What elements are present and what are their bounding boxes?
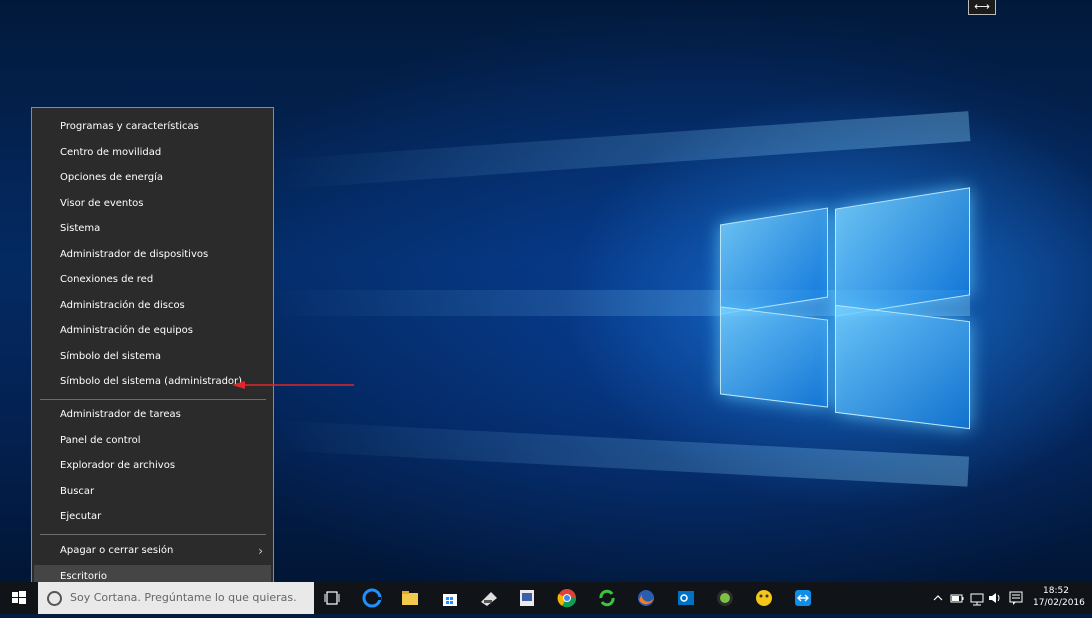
menu-item-search[interactable]: Buscar — [34, 480, 271, 504]
app-icon-3[interactable] — [715, 588, 735, 608]
windows-logo-pane — [835, 187, 970, 317]
taskbar-clock[interactable]: 18:52 17/02/2016 — [1033, 585, 1085, 609]
windows-logo-pane — [720, 306, 828, 408]
menu-item-label: Apagar o cerrar sesión — [60, 545, 174, 556]
wallpaper-light-beam — [268, 420, 970, 487]
windows-logo-pane — [720, 207, 828, 315]
taskbar: Soy Cortana. Pregúntame lo que quieras. — [0, 582, 1092, 614]
start-button[interactable] — [0, 582, 38, 614]
app-icon-1[interactable] — [479, 588, 499, 608]
menu-item-device-manager[interactable]: Administrador de dispositivos — [34, 243, 271, 267]
app-icon-4[interactable] — [754, 588, 774, 608]
wallpaper-light-beam — [270, 111, 971, 190]
network-icon[interactable] — [969, 588, 985, 608]
menu-item-task-manager[interactable]: Administrador de tareas — [34, 403, 271, 427]
file-explorer-icon[interactable] — [400, 588, 420, 608]
menu-item-file-explorer[interactable]: Explorador de archivos — [34, 454, 271, 478]
app-icon-2[interactable] — [517, 588, 537, 608]
chrome-icon[interactable] — [557, 588, 577, 608]
sync-app-icon[interactable] — [597, 588, 617, 608]
menu-item-disk-management[interactable]: Administración de discos — [34, 294, 271, 318]
power-user-menu: Programas y características Centro de mo… — [31, 107, 274, 595]
firefox-icon[interactable] — [636, 588, 656, 608]
battery-icon[interactable] — [950, 588, 964, 608]
cortana-search-box[interactable]: Soy Cortana. Pregúntame lo que quieras. — [38, 582, 314, 614]
clock-date: 17/02/2016 — [1033, 598, 1085, 608]
menu-item-command-prompt[interactable]: Símbolo del sistema — [34, 345, 271, 369]
menu-item-network-connections[interactable]: Conexiones de red — [34, 268, 271, 292]
windows-logo-pane — [835, 304, 970, 430]
menu-separator — [40, 534, 266, 535]
outlook-icon[interactable] — [676, 588, 696, 608]
volume-icon[interactable] — [988, 588, 1002, 608]
menu-item-mobility-center[interactable]: Centro de movilidad — [34, 141, 271, 165]
menu-item-run[interactable]: Ejecutar — [34, 505, 271, 529]
chevron-right-icon: › — [258, 544, 263, 558]
menu-item-control-panel[interactable]: Panel de control — [34, 429, 271, 453]
menu-item-power-options[interactable]: Opciones de energía — [34, 166, 271, 190]
remote-sync-handle[interactable]: ⟷ — [968, 0, 996, 15]
clock-time: 18:52 — [1043, 586, 1069, 596]
action-center-icon[interactable] — [1008, 588, 1024, 608]
cortana-icon — [47, 591, 62, 606]
menu-item-programs-features[interactable]: Programas y características — [34, 115, 271, 139]
annotation-arrow — [232, 381, 354, 389]
edge-icon[interactable] — [362, 588, 382, 608]
search-placeholder: Soy Cortana. Pregúntame lo que quieras. — [70, 591, 297, 604]
windows-logo-icon — [12, 591, 26, 604]
chevron-up-icon[interactable] — [932, 588, 944, 608]
menu-item-event-viewer[interactable]: Visor de eventos — [34, 192, 271, 216]
menu-item-computer-management[interactable]: Administración de equipos — [34, 319, 271, 343]
menu-item-shutdown-signout[interactable]: Apagar o cerrar sesión › — [34, 539, 271, 563]
teamviewer-icon[interactable] — [793, 588, 813, 608]
menu-item-system[interactable]: Sistema — [34, 217, 271, 241]
task-view-icon[interactable] — [322, 588, 342, 608]
store-icon[interactable] — [440, 588, 460, 608]
menu-separator — [40, 399, 266, 400]
